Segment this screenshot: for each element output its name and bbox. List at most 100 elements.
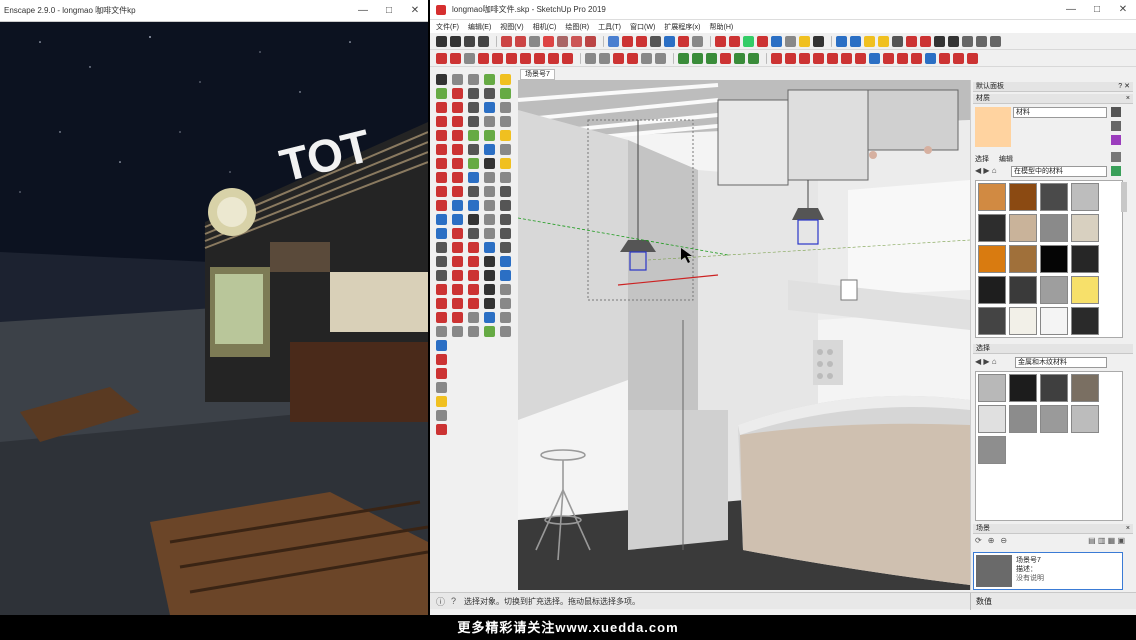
tool-icon[interactable] (484, 172, 495, 183)
maximize-button[interactable]: □ (1084, 4, 1110, 15)
tool-icon[interactable] (452, 144, 463, 155)
material-swatch[interactable] (1040, 307, 1068, 335)
tool-icon[interactable] (500, 74, 511, 85)
tool-icon[interactable] (436, 340, 447, 351)
tool-icon[interactable] (500, 144, 511, 155)
zoom-tool-icon[interactable] (436, 270, 447, 281)
toolbar-icon[interactable] (706, 52, 717, 64)
tray-close-icon[interactable]: ? ✕ (1118, 82, 1130, 91)
create-material-icon[interactable] (1111, 121, 1121, 131)
material-swatch[interactable] (1009, 214, 1037, 242)
toolbar-icon[interactable] (962, 35, 973, 47)
toolbar-icon[interactable] (813, 52, 824, 64)
add-scene-icon[interactable]: ⊕ (988, 536, 995, 545)
tool-icon[interactable] (484, 74, 495, 85)
material-swatch[interactable] (1040, 405, 1068, 433)
details-icon[interactable] (1111, 166, 1121, 176)
tool-icon[interactable] (500, 298, 511, 309)
render-viewport[interactable]: TOT (0, 22, 428, 615)
tool-icon[interactable] (468, 116, 479, 127)
toolbar-icon[interactable] (729, 35, 740, 47)
tool-icon[interactable] (452, 242, 463, 253)
material-swatch[interactable] (978, 405, 1006, 433)
toolbar-icon[interactable] (715, 35, 726, 47)
toolbar-icon[interactable] (720, 52, 731, 64)
orbit-tool-icon[interactable] (436, 242, 447, 253)
tool-icon[interactable] (436, 424, 447, 435)
toolbar-icon[interactable] (608, 35, 619, 47)
minimize-button[interactable]: — (1058, 4, 1084, 15)
tool-icon[interactable] (500, 116, 511, 127)
rectangle-tool-icon[interactable] (436, 116, 447, 127)
toolbar-icon[interactable] (478, 52, 489, 64)
toolbar-icon[interactable] (450, 52, 461, 64)
material-swatch[interactable] (1040, 374, 1068, 402)
move-tool-icon[interactable] (436, 172, 447, 183)
tool-icon[interactable] (484, 298, 495, 309)
toolbar-icon[interactable] (757, 35, 768, 47)
material-swatch[interactable] (1071, 307, 1099, 335)
toolbar-icon[interactable] (734, 52, 745, 64)
tool-icon[interactable] (452, 102, 463, 113)
toolbar-icon[interactable] (678, 35, 689, 47)
tool-icon[interactable] (500, 214, 511, 225)
toolbar-icon[interactable] (771, 52, 782, 64)
material-swatch[interactable] (1009, 245, 1037, 273)
tool-icon[interactable] (500, 88, 511, 99)
tool-icon[interactable] (500, 326, 511, 337)
toolbar-icon[interactable] (864, 35, 875, 47)
menu-draw[interactable]: 绘图(R) (565, 22, 589, 32)
sample-paint-icon[interactable] (1111, 135, 1121, 145)
back-arrow-icon[interactable]: ◀ (975, 166, 981, 175)
collapse-icon[interactable]: × (1126, 94, 1130, 103)
tool-icon[interactable] (468, 270, 479, 281)
home-icon[interactable]: ⌂ (992, 357, 997, 366)
tab-select[interactable]: 选择 (975, 154, 989, 164)
material-swatch[interactable] (1009, 183, 1037, 211)
circle-tool-icon[interactable] (436, 130, 447, 141)
tool-icon[interactable] (452, 312, 463, 323)
close-button[interactable]: ✕ (402, 5, 428, 16)
scenes-panel-header[interactable]: 场景 × (973, 524, 1133, 534)
maximize-button[interactable]: □ (376, 5, 402, 16)
tool-icon[interactable] (436, 410, 447, 421)
toolbar-icon[interactable] (920, 35, 931, 47)
toolbar-icon[interactable] (478, 35, 489, 47)
toolbar-icon[interactable] (529, 35, 540, 47)
walk-tool-icon[interactable] (436, 284, 447, 295)
toolbar-icon[interactable] (953, 52, 964, 64)
eyedropper-icon[interactable] (1111, 152, 1121, 162)
tool-icon[interactable] (484, 102, 495, 113)
material-swatch[interactable] (1009, 374, 1037, 402)
tool-icon[interactable] (452, 228, 463, 239)
minimize-button[interactable]: — (350, 5, 376, 16)
section-tool-icon[interactable] (436, 298, 447, 309)
text-tool-icon[interactable] (436, 228, 447, 239)
toolbar-icon[interactable] (436, 35, 447, 47)
scene-view-icons[interactable]: ▤ ▥ ▦ ▣ (1088, 536, 1125, 545)
toolbar-icon[interactable] (548, 52, 559, 64)
menu-window[interactable]: 窗口(W) (630, 22, 655, 32)
tool-icon[interactable] (484, 186, 495, 197)
pushpull-tool-icon[interactable] (436, 158, 447, 169)
tool-icon[interactable] (484, 88, 495, 99)
toolbar-icon[interactable] (692, 52, 703, 64)
toolbar-icon[interactable] (650, 35, 661, 47)
tool-icon[interactable] (484, 158, 495, 169)
material-swatch[interactable] (1071, 374, 1099, 402)
line-tool-icon[interactable] (436, 102, 447, 113)
tool-icon[interactable] (484, 256, 495, 267)
select-tool-icon[interactable] (436, 74, 447, 85)
materials-panel-header[interactable]: 材质 × (973, 94, 1133, 104)
toolbar-icon[interactable] (641, 52, 652, 64)
tool-icon[interactable] (468, 88, 479, 99)
info-icon[interactable]: ⓘ (436, 595, 445, 608)
tool-icon[interactable] (484, 284, 495, 295)
toolbar-icon[interactable] (506, 52, 517, 64)
toolbar-icon[interactable] (841, 52, 852, 64)
toolbar-icon[interactable] (748, 52, 759, 64)
display-secondary-icon[interactable] (1111, 107, 1121, 117)
tool-icon[interactable] (500, 158, 511, 169)
toolbar-icon[interactable] (534, 52, 545, 64)
eraser-tool-icon[interactable] (452, 74, 463, 85)
